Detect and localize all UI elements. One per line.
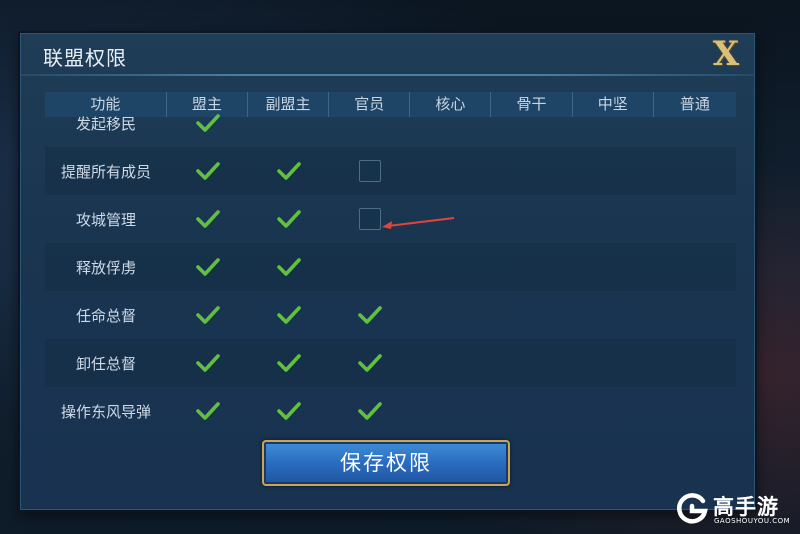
checkmark-icon[interactable] [357, 352, 383, 374]
permission-cell [491, 147, 572, 195]
feature-label: 发起移民 [75, 114, 136, 133]
checkmark-icon[interactable] [195, 352, 221, 374]
permission-cell [410, 243, 491, 291]
permission-cell [572, 387, 653, 429]
permission-cell [491, 195, 572, 243]
permission-cell [572, 243, 653, 291]
permission-cell [653, 387, 736, 429]
permission-cell [248, 387, 329, 429]
permission-cell [329, 387, 410, 429]
checkmark-icon[interactable] [276, 304, 302, 326]
table-row: 提醒所有成员 [45, 147, 736, 195]
checkmark-icon[interactable] [357, 304, 383, 326]
permission-cell [329, 339, 410, 387]
permission-cell [167, 195, 248, 243]
permission-cell [653, 147, 736, 195]
table-row: 卸任总督 [45, 339, 736, 387]
feature-label: 提醒所有成员 [60, 162, 151, 181]
permission-cell [167, 243, 248, 291]
alliance-permissions-dialog: 联盟权限 X 功能 盟主 副盟主 官员 核心 骨干 中坚 普通 发起移民 提醒所有成员 攻城管理释… [20, 33, 755, 510]
permission-cell [167, 99, 248, 147]
permission-cell [167, 291, 248, 339]
permission-cell [410, 99, 491, 147]
checkmark-icon[interactable] [195, 160, 221, 182]
permission-cell [329, 147, 410, 195]
permission-cell [572, 195, 653, 243]
permission-cell [410, 147, 491, 195]
permission-cell [572, 147, 653, 195]
permission-cell [329, 243, 410, 291]
watermark-logo: 高手游 GAOSHOUYOU.COM [675, 492, 795, 530]
permission-cell [491, 99, 572, 147]
permission-cell [167, 147, 248, 195]
permission-cell [410, 339, 491, 387]
permission-cell [491, 387, 572, 429]
dialog-title: 联盟权限 [43, 46, 127, 70]
feature-label: 释放俘虏 [75, 258, 136, 277]
permission-cell [653, 195, 736, 243]
checkmark-icon[interactable] [195, 304, 221, 326]
permission-cell [248, 147, 329, 195]
permission-cell [248, 99, 329, 147]
checkmark-icon[interactable] [195, 112, 221, 134]
watermark-domain: GAOSHOUYOU.COM [714, 517, 791, 525]
checkmark-icon[interactable] [195, 256, 221, 278]
permission-cell [248, 195, 329, 243]
permission-cell [653, 99, 736, 147]
permission-cell [410, 291, 491, 339]
permission-cell [653, 339, 736, 387]
permission-checkbox[interactable] [358, 160, 381, 182]
feature-label: 攻城管理 [75, 210, 136, 229]
table-row: 操作东风导弹 [45, 387, 736, 429]
permissions-table: 功能 盟主 副盟主 官员 核心 骨干 中坚 普通 发起移民 提醒所有成员 攻城管理 释放俘虏 任命总督… [45, 92, 736, 429]
permission-cell [167, 387, 248, 429]
checkmark-icon[interactable] [276, 256, 302, 278]
permission-cell [572, 99, 653, 147]
permission-cell [572, 291, 653, 339]
table-row: 释放俘虏 [45, 243, 736, 291]
permission-cell [248, 291, 329, 339]
permission-cell [491, 291, 572, 339]
permission-cell [653, 291, 736, 339]
checkmark-icon[interactable] [276, 400, 302, 422]
save-permissions-button[interactable]: 保存权限 [262, 440, 510, 486]
checkmark-icon[interactable] [357, 400, 383, 422]
permission-cell [491, 339, 572, 387]
permission-cell [167, 339, 248, 387]
checkmark-icon[interactable] [276, 352, 302, 374]
permission-cell [410, 387, 491, 429]
permission-cell [572, 339, 653, 387]
annotation-arrow-icon [382, 217, 455, 229]
checkmark-icon[interactable] [276, 208, 302, 230]
permission-cell [491, 243, 572, 291]
close-button[interactable]: X [706, 36, 746, 72]
title-divider [21, 74, 754, 76]
permission-cell [329, 291, 410, 339]
checkmark-icon[interactable] [276, 160, 302, 182]
feature-label: 任命总督 [75, 306, 136, 325]
gaoshouyou-logo-icon [677, 493, 708, 524]
permission-cell [248, 243, 329, 291]
permission-cell [653, 243, 736, 291]
checkmark-icon[interactable] [195, 208, 221, 230]
table-row: 发起移民 [45, 99, 736, 147]
checkmark-icon[interactable] [195, 400, 221, 422]
permission-cell [248, 339, 329, 387]
permission-cell [329, 99, 410, 147]
feature-label: 卸任总督 [75, 354, 136, 373]
feature-label: 操作东风导弹 [60, 402, 151, 421]
table-row: 任命总督 [45, 291, 736, 339]
